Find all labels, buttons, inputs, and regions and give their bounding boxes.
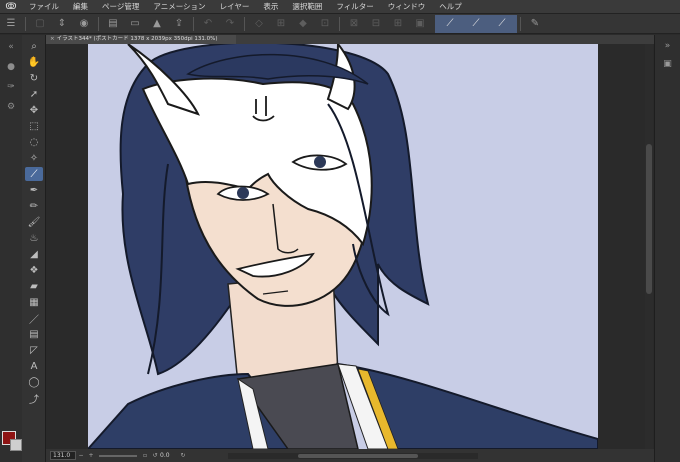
menu-edit[interactable]: 編集 [66,1,95,12]
lasso-icon[interactable]: ◌ [25,135,43,149]
pencil-icon[interactable]: ✏ [25,199,43,213]
brush-size-icon[interactable]: ● [3,59,19,75]
clip-studio-window: ↂ ファイル 編集 ページ管理 アニメーション レイヤー 表示 選択範囲 フィル… [0,0,680,462]
tool-list: ⌕ ✋ ↻ ➚ ✥ ⬚ ◌ ✧ ⟋ ✒ ✏ 🖌 ♨ ◢ ❖ ▰ ▦ ／ ▤ ◸ … [22,35,46,407]
app-logo-icon[interactable]: ↂ [0,2,22,12]
zoom-in-icon[interactable]: + [86,452,96,459]
right-dock: » ▣ [654,35,680,462]
document-tab-label: イラスト344* (ポストカード 1378 x 2039px 350dpi 13… [56,36,218,42]
hand-icon[interactable]: ✋ [25,55,43,69]
zoom-out-icon[interactable]: − [76,452,86,459]
horizontal-scroll-thumb[interactable] [298,453,418,458]
export-icon[interactable]: ⇪ [170,16,188,32]
menu-selection[interactable]: 選択範囲 [285,1,329,12]
hamburger-menu-icon[interactable]: ☰ [2,16,20,32]
expand-selection-icon[interactable]: ⊞ [389,16,407,32]
tool-palette: « ● ✑ ⚙ ⌕ ✋ ↻ ➚ ✥ ⬚ ◌ ✧ ⟋ ✒ ✏ 🖌 ♨ ◢ ❖ ▰ … [0,35,46,462]
save-icon[interactable]: ▲ [148,16,166,32]
text-icon[interactable]: A [25,359,43,373]
new-file-icon[interactable]: ▤ [104,16,122,32]
panel-collapse-icon[interactable]: » [659,39,677,53]
divider [98,16,99,31]
gradient-icon[interactable]: ▦ [25,295,43,309]
new-icon[interactable]: ▢ [31,16,49,32]
ruler-icon[interactable]: ◸ [25,343,43,357]
correction-icon[interactable]: ⤴ [25,391,43,406]
stabilizer-group: ⟋ ⟋ ⟋ [435,14,517,33]
invert-selection-icon[interactable]: ⊟ [367,16,385,32]
shrink-selection-icon[interactable]: ▣ [411,16,429,32]
tool-property-icon[interactable]: ⚙ [3,99,19,115]
airbrush-icon[interactable]: ♨ [25,231,43,245]
eye-icon[interactable]: ◉ [75,16,93,32]
fit-icon[interactable]: ▫ [140,452,150,459]
open-folder-icon[interactable]: ▭ [126,16,144,32]
eyedropper-icon[interactable]: ⟋ [25,167,43,181]
drawing-canvas[interactable] [88,44,598,449]
settings-icon[interactable]: ✎ [526,16,544,32]
menu-layer[interactable]: レイヤー [213,1,257,12]
brush-icon[interactable]: 🖌 [25,215,43,229]
zoom-field[interactable]: 131.0 [50,451,76,460]
horizontal-scrollbar[interactable] [228,452,478,459]
divider [339,16,340,31]
menu-file[interactable]: ファイル [22,1,66,12]
divider [244,16,245,31]
zoom-slider[interactable] [99,454,137,457]
menu-view[interactable]: 表示 [256,1,285,12]
sub-color-swatch[interactable] [10,439,22,451]
undo-icon[interactable]: ↶ [199,16,217,32]
clear-icon[interactable]: ◇ [250,16,268,32]
deselect-icon[interactable]: ⊡ [316,16,334,32]
menu-help[interactable]: ヘルプ [432,1,469,12]
move-layer-icon[interactable]: ✥ [25,103,43,117]
arrows-icon[interactable]: ⇕ [53,16,71,32]
selection-icon[interactable]: ⬚ [25,119,43,133]
rotate-left-icon[interactable]: ↺ [150,452,160,459]
correction-low-icon[interactable]: ⟋ [441,16,459,32]
command-bar: ☰ ▢ ⇕ ◉ ▤ ▭ ▲ ⇪ ↶ ↷ ◇ ⊞ ◆ ⊡ ⊠ ⊟ ⊞ ▣ ⟋ ⟋ … [0,14,680,34]
fill-selection-icon[interactable]: ◆ [294,16,312,32]
status-bar: 131.0 − + ▫ ↺ 0.0 ↻ [46,449,654,462]
frame-icon[interactable]: ▤ [25,327,43,341]
vertical-scrollbar[interactable] [645,44,653,449]
fill-icon[interactable]: ▰ [25,279,43,293]
correction-high-icon[interactable]: ⟋ [493,16,511,32]
transform-icon[interactable]: ⊞ [272,16,290,32]
illustration [88,44,598,449]
angle-field[interactable]: 0.0 [160,452,178,459]
correction-mid-icon[interactable]: ⟋ [467,16,485,32]
chevron-icon[interactable]: « [3,39,19,55]
operation-icon[interactable]: ➚ [25,87,43,101]
menu-window[interactable]: ウィンドウ [381,1,433,12]
close-icon[interactable]: × [50,36,55,42]
menu-bar: ↂ ファイル 編集 ページ管理 アニメーション レイヤー 表示 選択範囲 フィル… [0,0,680,14]
menu-page[interactable]: ページ管理 [95,1,146,12]
canvas-area: × イラスト344* (ポストカード 1378 x 2039px 350dpi 1… [46,35,654,449]
eraser-icon[interactable]: ◢ [25,247,43,261]
divider [520,16,521,31]
blend-icon[interactable]: ❖ [25,263,43,277]
figure-icon[interactable]: ／ [25,311,43,326]
menu-animation[interactable]: アニメーション [146,1,212,12]
redo-icon[interactable]: ↷ [221,16,239,32]
side-rail: « ● ✑ ⚙ [0,35,22,462]
magic-wand-icon[interactable]: ✧ [25,151,43,165]
navigator-icon[interactable]: ▣ [659,57,677,71]
rotate-right-icon[interactable]: ↻ [178,452,188,459]
pen-icon[interactable]: ✒ [25,183,43,197]
document-tab-bar: × イラスト344* (ポストカード 1378 x 2039px 350dpi 1… [46,35,654,44]
divider [25,16,26,31]
divider [193,16,194,31]
crop-icon[interactable]: ⊠ [345,16,363,32]
document-tab[interactable]: × イラスト344* (ポストカード 1378 x 2039px 350dpi 1… [46,35,236,44]
zoom-icon[interactable]: ⌕ [25,39,43,53]
vertical-scroll-thumb[interactable] [646,144,652,294]
rotate-icon[interactable]: ↻ [25,71,43,85]
balloon-icon[interactable]: ◯ [25,375,43,389]
sub-tool-icon[interactable]: ✑ [3,79,19,95]
menu-filter[interactable]: フィルター [329,1,380,12]
